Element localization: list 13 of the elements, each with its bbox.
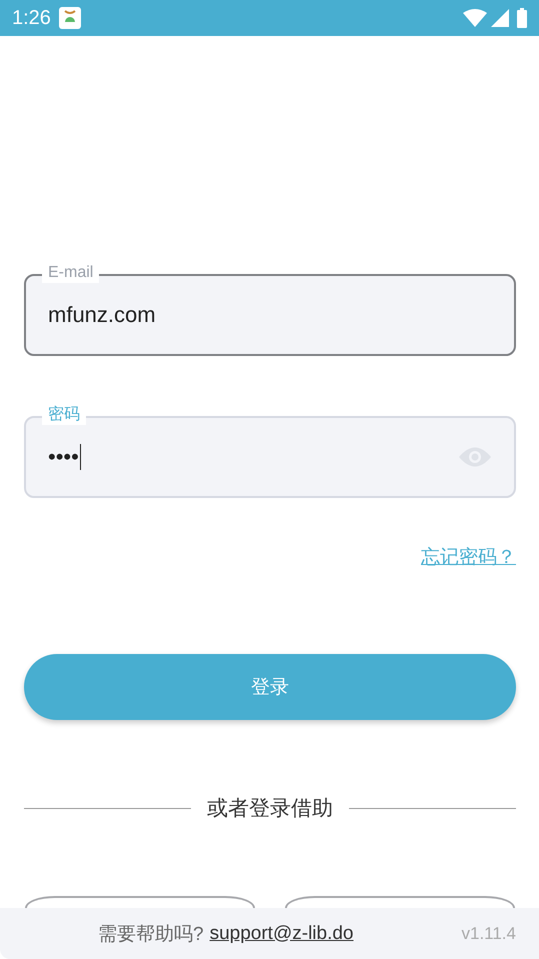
wifi-icon [463, 9, 487, 27]
field-label: 密码 [42, 405, 86, 425]
app-notification-icon [58, 7, 81, 29]
version-text: v1.11.4 [461, 924, 516, 944]
login-option-button[interactable] [285, 896, 515, 908]
help-text: 需要帮助吗? [98, 922, 204, 946]
signal-icon [491, 9, 509, 27]
battery-icon [517, 8, 527, 28]
login-option-button[interactable] [25, 896, 255, 908]
status-time: 1:26 [12, 6, 51, 30]
divider-text: 或者登录借助 [207, 796, 333, 822]
support-email-link[interactable]: support@z-lib.do [210, 922, 354, 944]
field-label: E-mail [42, 263, 100, 283]
